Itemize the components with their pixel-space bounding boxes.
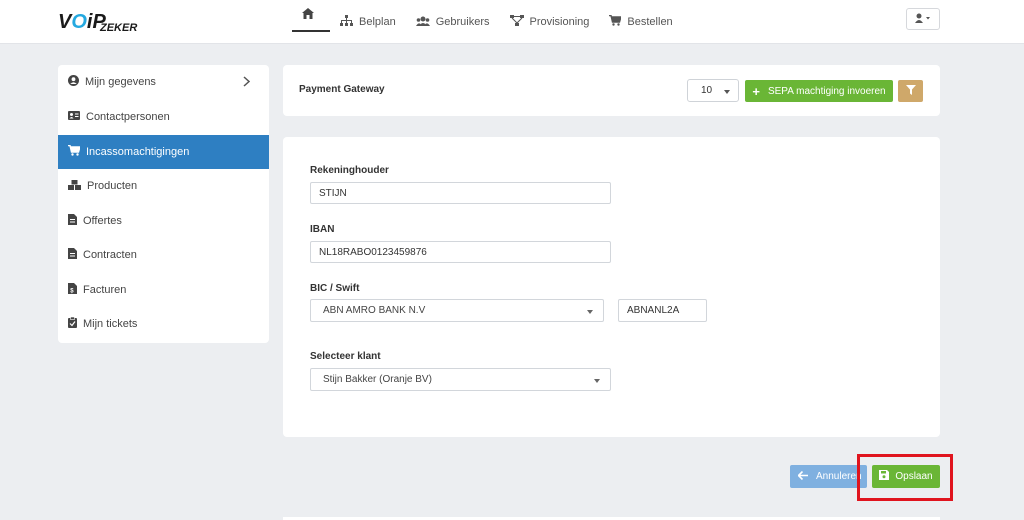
filter-button[interactable] xyxy=(898,80,923,102)
caret-down-icon xyxy=(594,379,600,383)
save-highlight-box xyxy=(857,454,953,501)
page-title: Payment Gateway xyxy=(299,84,385,95)
account-holder-input[interactable]: STIJN xyxy=(310,182,611,204)
sidebar-item-label: Mijn gegevens xyxy=(85,76,156,88)
arrow-left-icon xyxy=(797,470,816,483)
sidebar-item-offertes[interactable]: Offertes xyxy=(58,204,269,238)
user-circle-icon xyxy=(68,75,85,89)
nav-label: Belplan xyxy=(359,16,396,28)
sidebar-item-contracten[interactable]: Contracten xyxy=(58,238,269,272)
customer-value: Stijn Bakker (Oranje BV) xyxy=(323,374,432,385)
sidebar-item-label: Incassomachtigingen xyxy=(86,146,190,158)
nav-label: Bestellen xyxy=(627,16,673,28)
nav-label: Provisioning xyxy=(529,16,590,28)
sidebar-item-mijn-tickets[interactable]: Mijn tickets xyxy=(58,307,269,341)
customer-label: Selecteer klant xyxy=(310,351,381,362)
caret-down-icon xyxy=(724,90,730,94)
account-holder-value: STIJN xyxy=(319,187,347,199)
user-menu-button[interactable] xyxy=(906,8,940,30)
sidebar-item-mijn-gegevens[interactable]: Mijn gegevens xyxy=(58,65,269,99)
sidebar-item-label: Facturen xyxy=(83,284,127,296)
account-holder-label: Rekeninghouder xyxy=(310,165,389,176)
filter-icon xyxy=(905,84,916,98)
per-page-select[interactable]: 10 xyxy=(687,79,739,102)
iban-input[interactable]: NL18RABO0123459876 xyxy=(310,241,611,263)
invoice-icon: $ xyxy=(68,283,83,297)
caret-down-icon xyxy=(587,310,593,314)
cart-icon xyxy=(609,14,627,29)
nav-provisioning[interactable]: Provisioning xyxy=(500,0,600,44)
boxes-icon xyxy=(68,179,87,193)
nav-bestellen[interactable]: Bestellen xyxy=(599,0,682,44)
sidebar-item-incassomachtigingen[interactable]: Incassomachtigingen xyxy=(58,135,269,169)
nav-belplan[interactable]: Belplan xyxy=(330,0,406,44)
bic-value: ABNANL2A xyxy=(627,305,680,316)
sidebar-item-producten[interactable]: Producten xyxy=(58,169,269,203)
nav-gebruikers[interactable]: Gebruikers xyxy=(406,0,500,44)
sidebar-item-facturen[interactable]: $ Facturen xyxy=(58,273,269,307)
bank-select[interactable]: ABN AMRO BANK N.V xyxy=(310,299,604,322)
cart-icon xyxy=(68,144,86,159)
chevron-right-icon xyxy=(243,76,256,90)
svg-text:ZEKER: ZEKER xyxy=(99,22,137,34)
per-page-value: 10 xyxy=(701,85,713,96)
sidebar-item-label: Offertes xyxy=(83,215,122,227)
sidebar-item-contactpersonen[interactable]: Contactpersonen xyxy=(58,100,269,134)
top-navbar: VOiP ZEKER Belplan Gebruikers Provisioni… xyxy=(0,0,1024,44)
sidebar-item-label: Mijn tickets xyxy=(83,318,138,330)
sidebar-item-label: Contracten xyxy=(83,249,137,261)
file-icon xyxy=(68,214,83,228)
sidebar: Mijn gegevens Contactpersonen Incassomac… xyxy=(58,65,269,343)
iban-value: NL18RABO0123459876 xyxy=(319,246,427,258)
users-icon xyxy=(415,16,436,29)
sidebar-item-label: Producten xyxy=(87,180,138,192)
home-icon xyxy=(302,8,320,22)
nav-home[interactable] xyxy=(292,0,330,32)
bank-value: ABN AMRO BANK N.V xyxy=(323,305,426,316)
customer-select[interactable]: Stijn Bakker (Oranje BV) xyxy=(310,368,611,391)
payment-gateway-toolbar: Payment Gateway 10 + SEPA machtiging inv… xyxy=(283,65,940,116)
bic-input[interactable]: ABNANL2A xyxy=(618,299,707,322)
clipboard-check-icon xyxy=(68,316,83,331)
bic-label: BIC / Swift xyxy=(310,283,360,294)
add-sepa-label: SEPA machtiging invoeren xyxy=(767,85,886,97)
iban-label: IBAN xyxy=(310,224,335,235)
plus-icon: + xyxy=(752,83,760,99)
voipzeker-logo[interactable]: VOiP ZEKER xyxy=(58,8,148,34)
cancel-label: Annuleren xyxy=(816,471,862,482)
nav-label: Gebruikers xyxy=(435,16,490,28)
sitemap-icon xyxy=(340,15,359,29)
sidebar-item-label: Contactpersonen xyxy=(86,111,170,123)
network-icon xyxy=(509,15,530,29)
add-sepa-mandate-button[interactable]: + SEPA machtiging invoeren xyxy=(745,80,893,102)
user-icon xyxy=(915,13,931,26)
main-nav: Belplan Gebruikers Provisioning Bestelle… xyxy=(292,0,683,44)
file-icon xyxy=(68,248,83,262)
id-card-icon xyxy=(68,111,86,123)
cancel-button[interactable]: Annuleren xyxy=(790,465,867,488)
sepa-mandate-form: Rekeninghouder STIJN IBAN NL18RABO012345… xyxy=(283,137,940,437)
